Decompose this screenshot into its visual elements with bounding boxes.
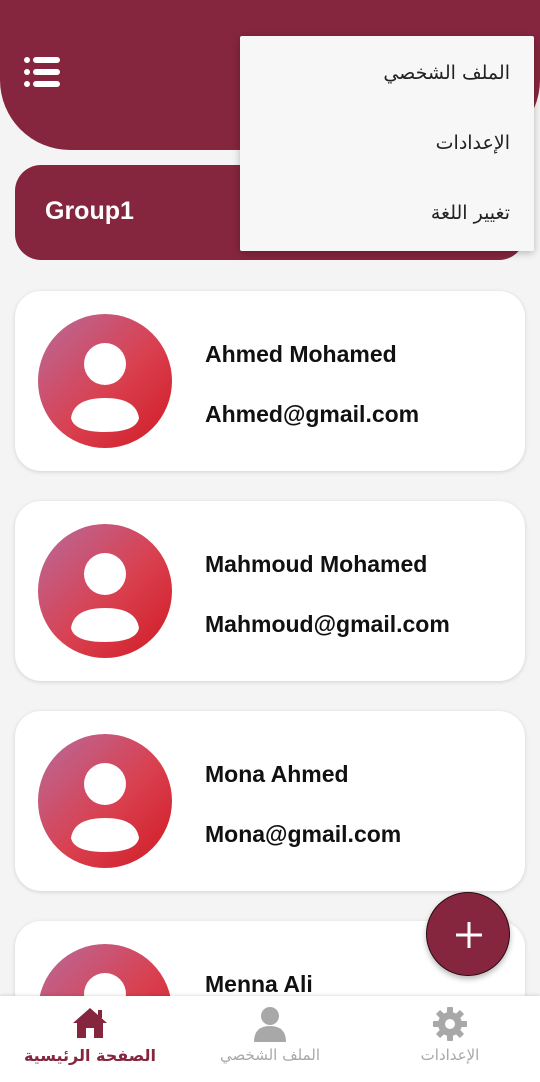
plus-icon <box>456 922 482 948</box>
person-icon <box>254 1007 286 1042</box>
add-button[interactable] <box>426 892 510 976</box>
list-icon[interactable] <box>24 56 60 88</box>
nav-item-settings[interactable]: الإعدادات <box>360 996 540 1082</box>
group-label: Group1 <box>45 197 134 225</box>
person-avatar-icon <box>71 553 139 642</box>
avatar <box>38 314 172 448</box>
bottom-nav: الصفحة الرئيسية الملف الشخصي الإعدادات <box>0 996 540 1082</box>
contact-card[interactable]: Ahmed Mohamed Ahmed@gmail.com <box>15 291 525 471</box>
person-avatar-icon <box>71 763 139 852</box>
contact-email: Mona@gmail.com <box>205 821 402 847</box>
app-screen: تخدم Group1 Ahmed Mohamed Ahmed@gmail.co… <box>0 0 540 1082</box>
contact-name: Menna Ali <box>205 971 313 997</box>
nav-label-home: الصفحة الرئيسية <box>23 1046 157 1065</box>
contact-name: Mona Ahmed <box>205 761 349 787</box>
contact-name: Mahmoud Mohamed <box>205 551 428 577</box>
contact-email: Ahmed@gmail.com <box>205 401 420 427</box>
avatar <box>38 524 172 658</box>
menu-item-change-language[interactable]: تغيير اللغة <box>240 178 534 248</box>
menu-item-settings[interactable]: الإعدادات <box>240 108 534 178</box>
nav-label-profile: الملف الشخصي <box>220 1046 320 1064</box>
nav-item-home[interactable]: الصفحة الرئيسية <box>0 996 180 1082</box>
gear-icon <box>433 1007 467 1041</box>
person-avatar-icon <box>71 343 139 432</box>
contact-name: Ahmed Mohamed <box>205 341 397 367</box>
contact-card[interactable]: Mahmoud Mohamed Mahmoud@gmail.com <box>15 501 525 681</box>
contact-email: Mahmoud@gmail.com <box>205 611 450 637</box>
contact-card[interactable]: Mona Ahmed Mona@gmail.com <box>15 711 525 891</box>
home-icon <box>73 1008 107 1038</box>
nav-item-profile[interactable]: الملف الشخصي <box>180 996 360 1082</box>
avatar <box>38 734 172 868</box>
nav-label-settings: الإعدادات <box>420 1046 480 1064</box>
menu-item-profile[interactable]: الملف الشخصي <box>240 38 534 108</box>
overflow-menu: الملف الشخصي الإعدادات تغيير اللغة <box>240 36 534 251</box>
